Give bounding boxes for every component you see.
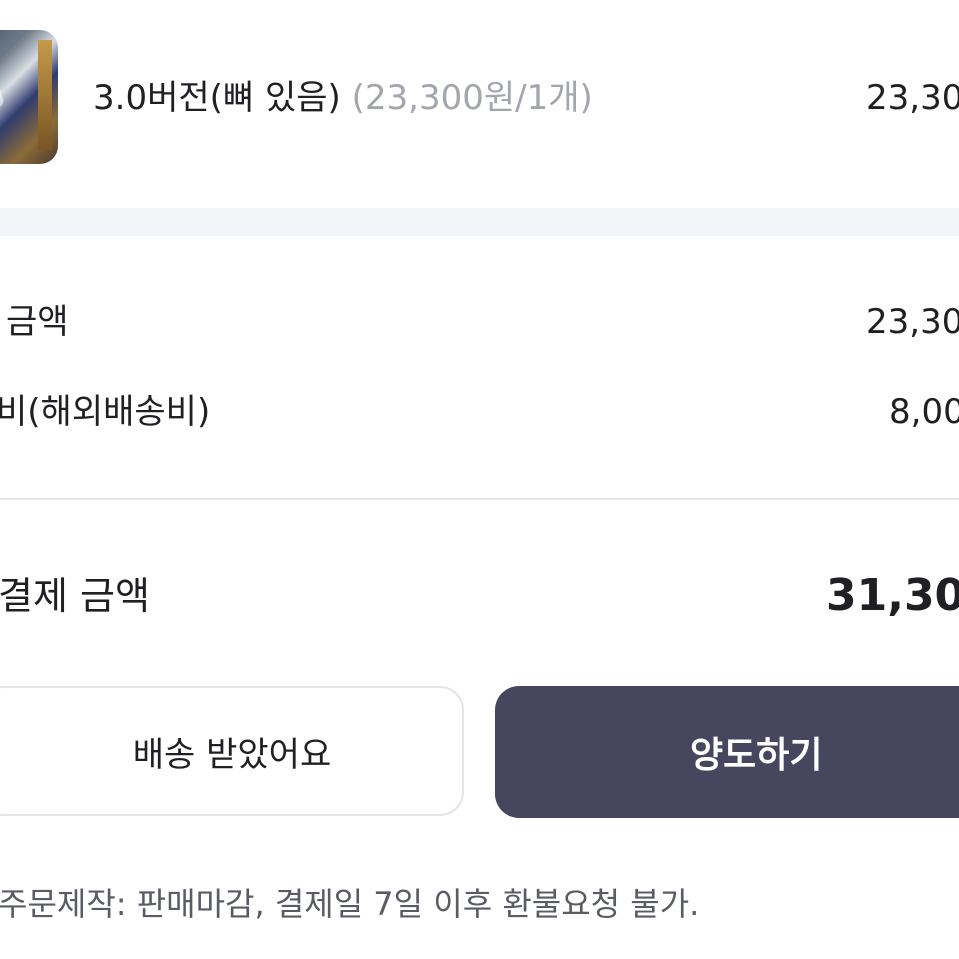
transfer-label: 양도하기 (690, 735, 823, 776)
thumbnail-glint (0, 66, 5, 114)
product-thumbnail[interactable] (0, 30, 58, 164)
delivery-received-button[interactable]: 배송 받았어요 (0, 686, 464, 816)
shipping-fee-label: 비(해외배송비) (0, 392, 211, 432)
product-amount-value: 23,30 (866, 302, 959, 342)
summary-divider (0, 498, 959, 500)
thumbnail-frame (38, 40, 52, 150)
product-unit-price: (23,300원/1개) (351, 78, 593, 118)
total-amount-label: 결제 금액 (0, 574, 150, 618)
product-name: 3.0버전(뼈 있음) (93, 78, 341, 118)
delivery-received-label: 배송 받았어요 (132, 734, 332, 775)
total-amount-value: 31,30 (826, 570, 959, 621)
product-price: 23,30 (866, 78, 959, 118)
shipping-fee-value: 8,00 (889, 392, 959, 432)
order-detail-page: 3.0버전(뼈 있음) (23,300원/1개) 23,30 금액 23,30 … (0, 0, 959, 959)
refund-notice: 주문제작: 판매마감, 결제일 7일 이후 환불요청 불가. (0, 885, 700, 923)
section-divider (0, 208, 959, 236)
product-amount-label: 금액 (6, 302, 69, 342)
transfer-button[interactable]: 양도하기 (495, 686, 959, 818)
product-option-text: 3.0버전(뼈 있음) (23,300원/1개) (93, 76, 593, 120)
